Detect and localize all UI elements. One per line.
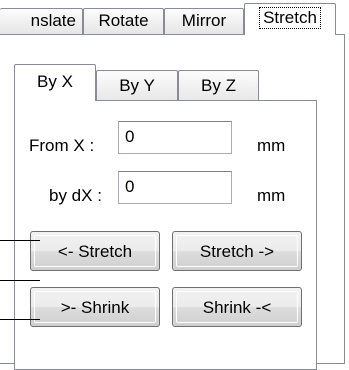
shrink-right-button-label: >- Shrink [34,291,156,323]
tab-rotate[interactable]: Rotate [83,8,164,34]
by-dx-input[interactable]: 0 [118,171,232,204]
from-x-label: From X : [29,136,95,155]
stretch-right-button-label: Stretch -> [176,235,298,267]
stretch-right-button[interactable]: Stretch -> [172,231,302,271]
shrink-left-button-label: Shrink -< [176,291,298,323]
from-x-input[interactable]: 0 [118,121,232,154]
tab-mirror[interactable]: Mirror [164,8,244,34]
tab-by-x-label: By X [37,72,73,91]
tab-by-x[interactable]: By X [14,64,96,101]
tab-by-z[interactable]: By Z [178,70,259,100]
tab-mirror-label: Mirror [181,11,227,30]
by-dx-unit: mm [257,186,286,205]
tab-rotate-label: Rotate [98,11,149,30]
from-x-unit: mm [257,136,286,155]
tab-by-y[interactable]: By Y [96,70,178,100]
leader-line-1 [0,240,40,241]
tab-by-y-label: By Y [119,76,155,95]
tab-stretch[interactable]: Stretch [244,3,336,35]
shrink-left-button[interactable]: Shrink -< [172,287,302,327]
by-dx-label: by dX : [49,186,102,205]
leader-line-3 [0,319,40,320]
stretch-left-button-label: <- Stretch [34,235,156,267]
tab-translate-label: nslate [30,11,76,30]
shrink-right-button[interactable]: >- Shrink [30,287,160,327]
tab-stretch-label: Stretch [259,7,321,29]
leader-line-2 [0,280,40,281]
from-x-value: 0 [125,127,135,146]
stretch-left-button[interactable]: <- Stretch [30,231,160,271]
tab-translate[interactable]: nslate [0,8,83,34]
by-dx-value: 0 [125,177,135,196]
tab-by-z-label: By Z [201,76,236,95]
